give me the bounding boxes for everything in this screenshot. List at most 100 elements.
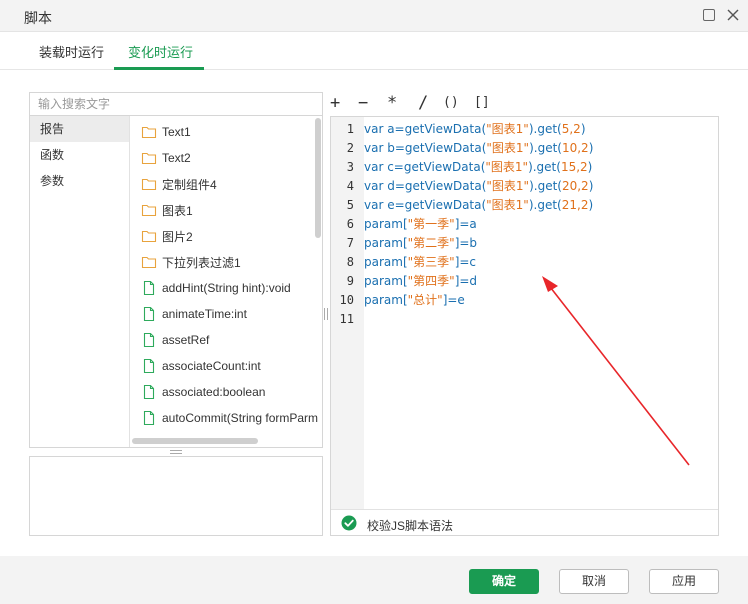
code-token-str: "图表1"	[486, 141, 530, 155]
list-item[interactable]: 图片2	[141, 226, 193, 246]
code-token-post: )	[580, 122, 586, 136]
code-token-pre: param[	[364, 217, 408, 231]
divide-operator-button[interactable]: /	[418, 92, 428, 114]
parentheses-operator-button[interactable]: ()	[443, 92, 459, 114]
list-item[interactable]: Text1	[141, 122, 191, 142]
code-token-str: "第四季"	[407, 274, 455, 288]
category-report[interactable]: 报告	[30, 116, 129, 142]
list-item[interactable]: 下拉列表过滤1	[141, 252, 241, 272]
tab-bar: 装载时运行 变化时运行	[0, 32, 748, 70]
list-item-label: assetRef	[162, 333, 210, 347]
vertical-splitter-handle[interactable]	[324, 308, 328, 320]
multiply-operator-button[interactable]: *	[387, 92, 397, 114]
list-item-label: 定制组件4	[162, 177, 217, 192]
code-line[interactable]: var b=getViewData("图表1").get(10,2)	[364, 139, 593, 158]
code-token-pre: var e=getViewData(	[364, 198, 487, 212]
code-token-num: 10,2	[561, 141, 589, 155]
line-number: 3	[346, 160, 354, 174]
list-item-label: Text2	[162, 151, 191, 165]
list-item-label: 图表1	[162, 203, 193, 218]
code-token-pre: var d=getViewData(	[364, 179, 487, 193]
file-icon	[141, 410, 157, 426]
active-tab-indicator	[114, 67, 204, 70]
code-token-mid: ]=c	[454, 255, 477, 269]
horizontal-splitter-handle[interactable]	[170, 450, 182, 454]
category-functions[interactable]: 函数	[30, 142, 129, 168]
folder-icon	[141, 124, 157, 140]
tab-load-run[interactable]: 装载时运行	[39, 42, 104, 61]
list-item-label: associateCount:int	[162, 359, 261, 373]
code-token-pre: param[	[364, 274, 408, 288]
file-icon	[141, 358, 157, 374]
line-number: 11	[339, 312, 354, 326]
code-line[interactable]: param["总计"]=e	[364, 291, 465, 310]
list-item[interactable]: addHint(String hint):void	[141, 278, 291, 298]
code-line[interactable]: var e=getViewData("图表1").get(21,2)	[364, 196, 593, 215]
folder-icon	[141, 176, 157, 192]
list-item[interactable]: Text2	[141, 148, 191, 168]
code-line[interactable]: param["第一季"]=a	[364, 215, 477, 234]
apply-button[interactable]: 应用	[649, 569, 719, 594]
cancel-button[interactable]: 取消	[559, 569, 629, 594]
folder-icon	[141, 202, 157, 218]
horizontal-scrollbar[interactable]	[132, 438, 258, 444]
code-token-post: )	[588, 141, 594, 155]
category-params[interactable]: 参数	[30, 168, 129, 194]
code-token-post: )	[588, 198, 594, 212]
member-list: Text1 Text2 定制组件4 图表1 图片2 下拉列表过滤1 addHint(Stri…	[131, 116, 322, 446]
list-item[interactable]: 定制组件4	[141, 174, 217, 194]
code-token-post: )	[588, 179, 594, 193]
validate-label[interactable]: 校验JS脚本语法	[367, 517, 453, 534]
category-list: 报告 函数 参数	[30, 116, 130, 447]
code-token-mid: ).get(	[528, 122, 562, 136]
code-line[interactable]: var d=getViewData("图表1").get(20,2)	[364, 177, 593, 196]
code-token-str: "图表1"	[485, 160, 529, 174]
dialog-footer: 确定 取消 应用	[0, 556, 748, 604]
code-line[interactable]: param["第二季"]=b	[364, 234, 477, 253]
line-number: 8	[346, 255, 354, 269]
code-line[interactable]: var c=getViewData("图表1").get(15,2)	[364, 158, 592, 177]
code-token-mid: ).get(	[529, 141, 562, 155]
list-item-label: addHint(String hint):void	[162, 281, 291, 295]
code-token-mid: ]=b	[454, 236, 478, 250]
maximize-icon[interactable]	[703, 9, 715, 21]
code-token-post: )	[587, 160, 593, 174]
file-icon	[141, 332, 157, 348]
window-title: 脚本	[24, 10, 52, 26]
code-token-pre: var c=getViewData(	[364, 160, 486, 174]
plus-operator-button[interactable]: +	[330, 92, 340, 114]
search-input[interactable]: 输入搜索文字	[29, 92, 323, 116]
line-number-gutter: 1 2 3 4 5 6 7 8 9 10 11	[331, 117, 364, 509]
tab-change-run[interactable]: 变化时运行	[128, 42, 193, 61]
list-item-label: Text1	[162, 125, 191, 139]
code-token-mid: ).get(	[529, 179, 562, 193]
line-number: 2	[346, 141, 354, 155]
script-editor[interactable]: 1 2 3 4 5 6 7 8 9 10 11 var a=getViewData("图表1").g…	[330, 116, 719, 536]
code-line[interactable]: param["第三季"]=c	[364, 253, 476, 272]
code-token-mid: ).get(	[528, 160, 561, 174]
list-item[interactable]: 图表1	[141, 200, 193, 220]
ok-button[interactable]: 确定	[469, 569, 539, 594]
title-bar: 脚本	[0, 0, 748, 32]
list-item[interactable]: associateCount:int	[141, 356, 261, 376]
vertical-scrollbar[interactable]	[315, 118, 321, 238]
minus-operator-button[interactable]: −	[358, 92, 368, 114]
list-item[interactable]: associated:boolean	[141, 382, 265, 402]
brackets-operator-button[interactable]: []	[474, 92, 490, 114]
list-item-label: autoCommit(String formParm	[162, 411, 319, 425]
line-number: 6	[346, 217, 354, 231]
code-token-str: "图表1"	[486, 122, 529, 136]
line-number: 9	[346, 274, 354, 288]
line-number: 7	[346, 236, 354, 250]
close-icon[interactable]	[725, 6, 741, 24]
list-item[interactable]: assetRef	[141, 330, 209, 350]
code-line[interactable]: var a=getViewData("图表1").get(5,2)	[364, 120, 586, 139]
folder-icon	[141, 150, 157, 166]
list-item[interactable]: autoCommit(String formParm	[141, 408, 318, 428]
code-line[interactable]: param["第四季"]=d	[364, 272, 477, 291]
folder-icon	[141, 228, 157, 244]
file-icon	[141, 384, 157, 400]
code-token-num: 5,2	[561, 122, 581, 136]
list-item[interactable]: animateTime:int	[141, 304, 247, 324]
check-circle-icon[interactable]	[341, 515, 357, 531]
